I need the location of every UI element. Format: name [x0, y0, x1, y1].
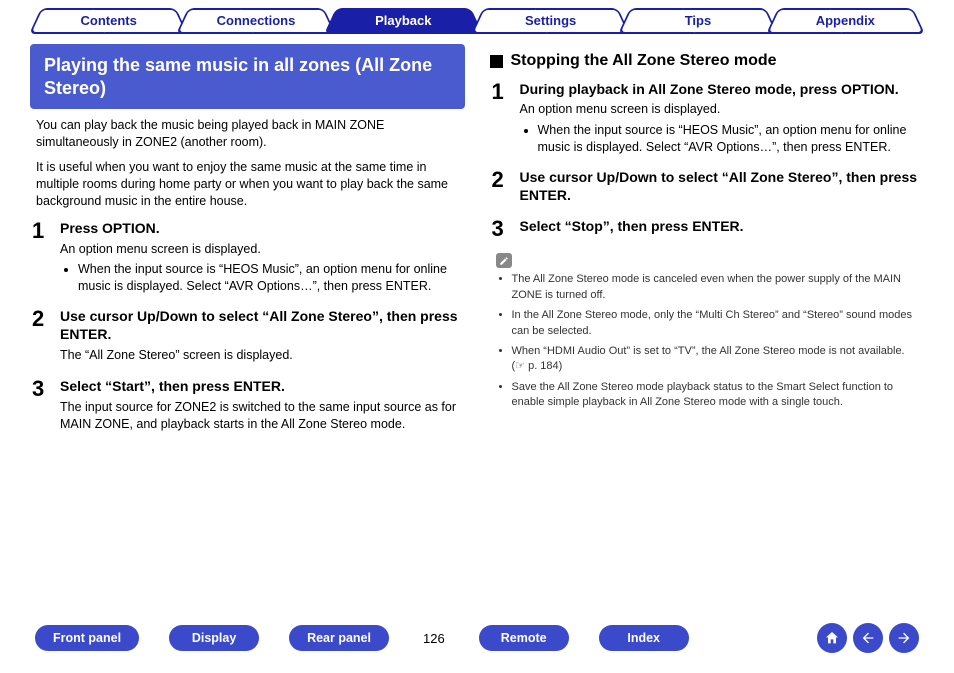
note-item: The All Zone Stereo mode is canceled eve…: [512, 272, 919, 303]
home-icon: [824, 630, 840, 646]
step-2: 2 Use cursor Up/Down to select “All Zone…: [32, 307, 463, 367]
right-step-3: 3 Select “Stop”, then press ENTER.: [492, 217, 923, 241]
step-number: 1: [32, 219, 60, 297]
step-1: 1 Press OPTION. An option menu screen is…: [32, 219, 463, 297]
link-rear-panel[interactable]: Rear panel: [289, 625, 389, 651]
next-page-button[interactable]: [889, 623, 919, 653]
step-title: Use cursor Up/Down to select “All Zone S…: [520, 168, 923, 204]
prev-page-button[interactable]: [853, 623, 883, 653]
tab-label: Playback: [375, 13, 431, 28]
step-number: 3: [492, 217, 520, 241]
step-title: Use cursor Up/Down to select “All Zone S…: [60, 307, 463, 343]
note-item: In the All Zone Stereo mode, only the “M…: [512, 308, 919, 339]
link-front-panel[interactable]: Front panel: [35, 625, 139, 651]
tab-label: Settings: [525, 13, 576, 28]
link-display[interactable]: Display: [169, 625, 259, 651]
step-number: 3: [32, 377, 60, 436]
step-title: Select “Start”, then press ENTER.: [60, 377, 463, 395]
tab-label: Tips: [685, 13, 712, 28]
section-heading: Playing the same music in all zones (All…: [30, 44, 465, 109]
tab-label: Appendix: [816, 13, 875, 28]
note-pencil-icon: [496, 253, 512, 268]
link-remote[interactable]: Remote: [479, 625, 569, 651]
step-bullet: When the input source is “HEOS Music”, a…: [78, 261, 463, 295]
note-item: When “HDMI Audio Out” is set to “TV”, th…: [512, 344, 919, 375]
step-number: 1: [492, 80, 520, 158]
tab-playback[interactable]: Playback: [330, 8, 477, 34]
step-number: 2: [492, 168, 520, 207]
tab-label: Connections: [217, 13, 296, 28]
tab-label: Contents: [80, 13, 136, 28]
tab-connections[interactable]: Connections: [182, 8, 329, 34]
step-desc: The “All Zone Stereo” screen is displaye…: [60, 347, 463, 364]
page-number: 126: [423, 631, 445, 646]
step-bullet: When the input source is “HEOS Music”, a…: [538, 122, 923, 156]
tab-settings[interactable]: Settings: [477, 8, 624, 34]
note-item: Save the All Zone Stereo mode playback s…: [512, 380, 919, 411]
arrow-right-icon: [896, 630, 912, 646]
tab-appendix[interactable]: Appendix: [772, 8, 919, 34]
step-title: Select “Stop”, then press ENTER.: [520, 217, 923, 235]
step-3: 3 Select “Start”, then press ENTER. The …: [32, 377, 463, 436]
step-desc: An option menu screen is displayed.: [520, 101, 923, 118]
home-button[interactable]: [817, 623, 847, 653]
notes-list: The All Zone Stereo mode is canceled eve…: [500, 272, 919, 410]
bottom-bar: Front panel Display Rear panel 126 Remot…: [0, 623, 954, 653]
right-column: Stopping the All Zone Stereo mode 1 Duri…: [490, 44, 925, 440]
link-index[interactable]: Index: [599, 625, 689, 651]
top-nav-tabs: Contents Connections Playback Settings T…: [0, 0, 954, 44]
right-step-2: 2 Use cursor Up/Down to select “All Zone…: [492, 168, 923, 207]
square-bullet-icon: [490, 55, 503, 68]
tab-tips[interactable]: Tips: [624, 8, 771, 34]
step-desc: The input source for ZONE2 is switched t…: [60, 399, 463, 433]
subheading-text: Stopping the All Zone Stereo mode: [511, 52, 777, 70]
intro-text-2: It is useful when you want to enjoy the …: [36, 159, 459, 210]
step-desc: An option menu screen is displayed.: [60, 241, 463, 258]
step-title: Press OPTION.: [60, 219, 463, 237]
intro-text-1: You can play back the music being played…: [36, 117, 459, 151]
tab-contents[interactable]: Contents: [35, 8, 182, 34]
right-step-1: 1 During playback in All Zone Stereo mod…: [492, 80, 923, 158]
step-number: 2: [32, 307, 60, 367]
subheading: Stopping the All Zone Stereo mode: [490, 52, 925, 70]
step-title: During playback in All Zone Stereo mode,…: [520, 80, 923, 98]
left-column: Playing the same music in all zones (All…: [30, 44, 465, 440]
arrow-left-icon: [860, 630, 876, 646]
